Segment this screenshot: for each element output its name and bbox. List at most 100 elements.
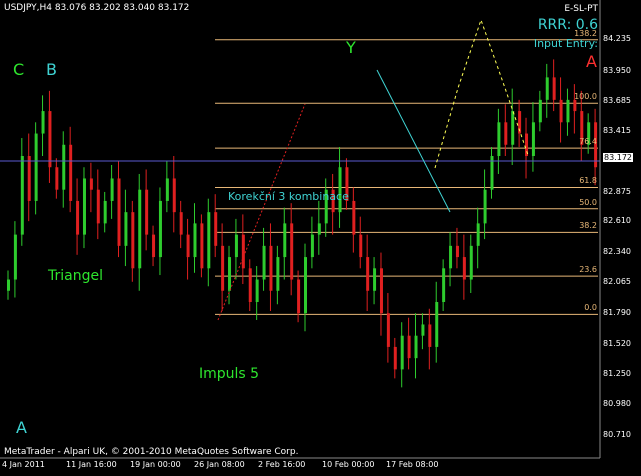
candle-body [310,234,314,258]
price-chart[interactable] [0,0,641,476]
candle-body [379,268,383,314]
price-axis-label: 83.950 [603,65,631,75]
candle-body [221,245,225,291]
price-axis-label: 82.340 [603,246,631,256]
candle-body [138,189,142,269]
candle-body [255,279,259,302]
candle-body [359,234,363,258]
price-axis-label: 81.520 [603,338,631,348]
time-axis-label: 4 Jan 2011 [2,460,45,469]
candle-body [435,302,439,347]
candle-body [393,346,397,370]
candle-body [407,335,411,359]
chart-window[interactable]: USDJPY,H4 83.076 83.202 83.040 83.172 E-… [0,0,641,476]
candle-body [504,122,508,145]
time-axis-label: 26 Jan 08:00 [194,460,245,469]
fibo-level-label: 138.2 [574,28,597,38]
candle-body [566,99,570,123]
candle-body [145,189,149,235]
candle-body [386,313,390,347]
candle-body [228,257,232,291]
candle-body [69,144,73,201]
candle-body [283,223,287,258]
impuls-label: Impuls 5 [199,366,260,382]
candle-body [269,245,273,291]
candle-body [124,212,128,246]
time-axis-label: 11 Jan 16:00 [66,460,117,469]
candle-body [428,324,432,347]
candle-body [41,111,45,134]
wave-diagonal-line [217,103,306,321]
price-axis-label: 83.415 [603,125,631,135]
candle-body [366,257,370,291]
candle-body [400,335,404,370]
candle-body [248,268,252,302]
fibo-level-label: 100.0 [574,92,597,102]
candle-body [207,212,211,269]
price-axis-label: 82.875 [603,186,631,196]
projection-line [434,18,529,169]
candle-body [131,212,135,269]
candle-body [545,77,549,100]
candle-body [449,245,453,269]
candle-body [290,223,294,280]
indicator-label: E-SL-PT [564,4,598,14]
candle-body [373,268,377,291]
candle-body [152,234,156,258]
candle-body [462,257,466,280]
candle-body [117,178,121,246]
current-price-label: 83.172 [603,153,633,163]
candle-body [234,234,238,258]
candle-body [20,156,24,235]
candle-body [559,99,563,123]
candle-body [82,178,86,235]
candle-body [511,111,515,145]
candle-body [200,223,204,269]
price-axis-label: 82.065 [603,277,631,287]
fibo-level-label: 38.2 [579,221,597,231]
candle-body [469,245,473,280]
candle-body [76,200,80,235]
fibo-level-label: 23.6 [579,265,597,275]
price-axis-label: 83.685 [603,95,631,105]
copyright-text: MetaTrader - Alpari UK, © 2001-2010 Meta… [4,447,299,457]
wave-label-a-bottom: A [16,418,27,437]
candle-body [476,223,480,246]
candle-body [317,223,321,235]
korekcni-label: Korekční 3 kombinace [228,190,349,203]
time-axis-label: 17 Feb 08:00 [386,460,439,469]
candle-body [276,257,280,291]
time-axis-label: 10 Feb 00:00 [322,460,375,469]
candle-body [241,234,245,269]
price-axis-label: 81.250 [603,369,631,378]
trend-line [376,69,451,213]
candle-body [172,178,176,213]
wave-label-a-top: A [586,52,597,71]
wave-label-b: B [46,60,57,79]
input-entry-label: Input Entry: [533,37,598,50]
symbol-header: USDJPY,H4 83.076 83.202 83.040 83.172 [4,3,190,13]
wave-label-y: Y [346,38,356,57]
price-axis-label: 84.235 [603,33,631,43]
candle-body [193,223,197,258]
candle-body [538,99,542,123]
candle-body [573,99,577,112]
price-axis-label: 80.710 [603,429,631,439]
candle-body [421,324,425,336]
candle-body [89,178,93,190]
candle-body [96,189,100,224]
time-axis-label: 2 Feb 16:00 [258,460,306,469]
candle-body [27,156,31,201]
triangel-label: Triangel [48,268,103,284]
candle-body [483,189,487,224]
candle-body [262,245,266,280]
candle-body [552,77,556,100]
candle-body [352,200,356,235]
time-axis-label: 19 Jan 00:00 [130,460,181,469]
price-axis-label: 82.610 [603,216,631,226]
fibo-level-label: 76.4 [579,137,597,147]
fibo-level-label: 0.0 [584,303,597,313]
wave-label-c: C [13,60,25,79]
candle-body [214,212,218,246]
price-axis-label: 80.980 [603,399,631,409]
